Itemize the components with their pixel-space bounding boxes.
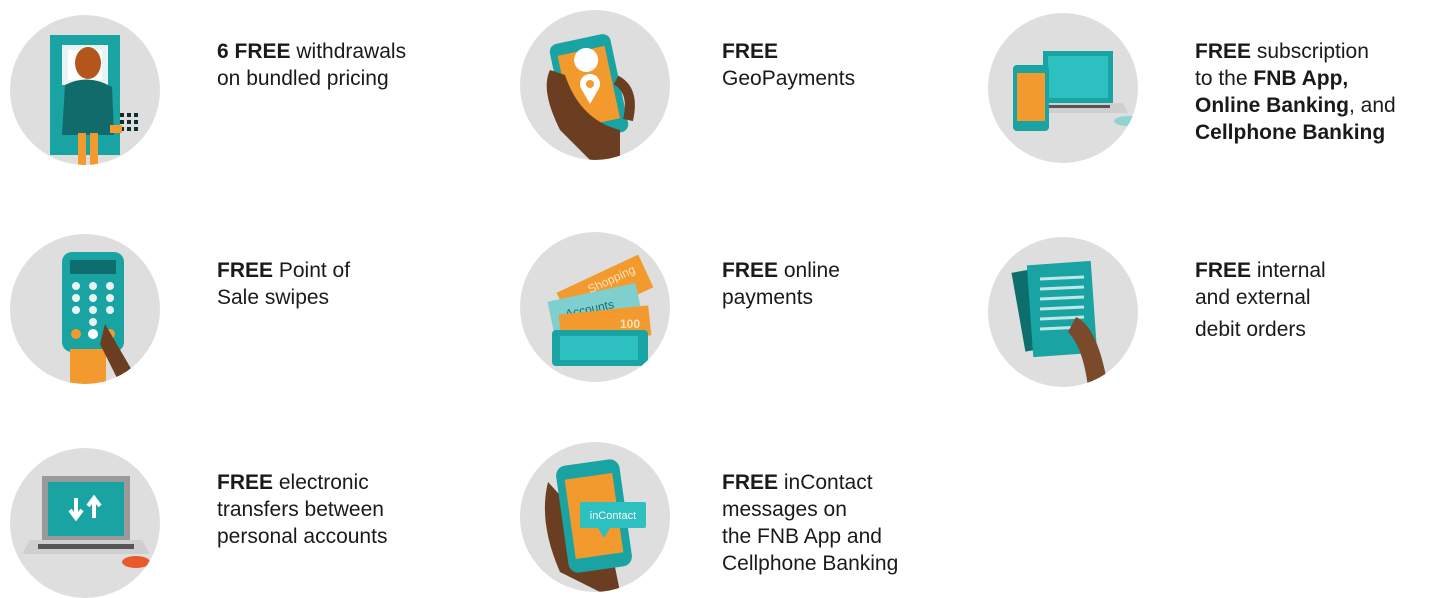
geopayments-phone-icon <box>520 10 670 160</box>
laptop-transfer-icon <box>10 448 160 598</box>
feature-text: FREE inContact messages on the FNB App a… <box>722 471 899 575</box>
debit-order-documents-icon <box>988 237 1138 387</box>
feature-text: 6 FREE withdrawals on bundled pricing <box>217 40 407 90</box>
incontact-phone-icon: inContact <box>520 442 670 592</box>
devices-app-icon <box>988 13 1138 163</box>
pos-terminal-icon <box>10 234 160 384</box>
feature-text: FREE electronic transfers between person… <box>217 471 388 548</box>
feature-text: FREE GeoPayments <box>722 40 856 90</box>
card-label-100: 100 <box>620 317 640 331</box>
feature-text: FREE Point of Sale swipes <box>217 259 351 309</box>
atm-withdrawal-icon <box>10 15 160 165</box>
feature-text: FREE online payments <box>722 259 840 309</box>
feature-text: FREE subscription to the FNB App, Online… <box>1195 40 1396 144</box>
incontact-bubble-label: inContact <box>590 510 636 522</box>
online-payments-wallet-icon: Shopping Accounts 100 <box>520 232 670 382</box>
feature-text: FREE internal and external debit orders <box>1195 259 1326 341</box>
